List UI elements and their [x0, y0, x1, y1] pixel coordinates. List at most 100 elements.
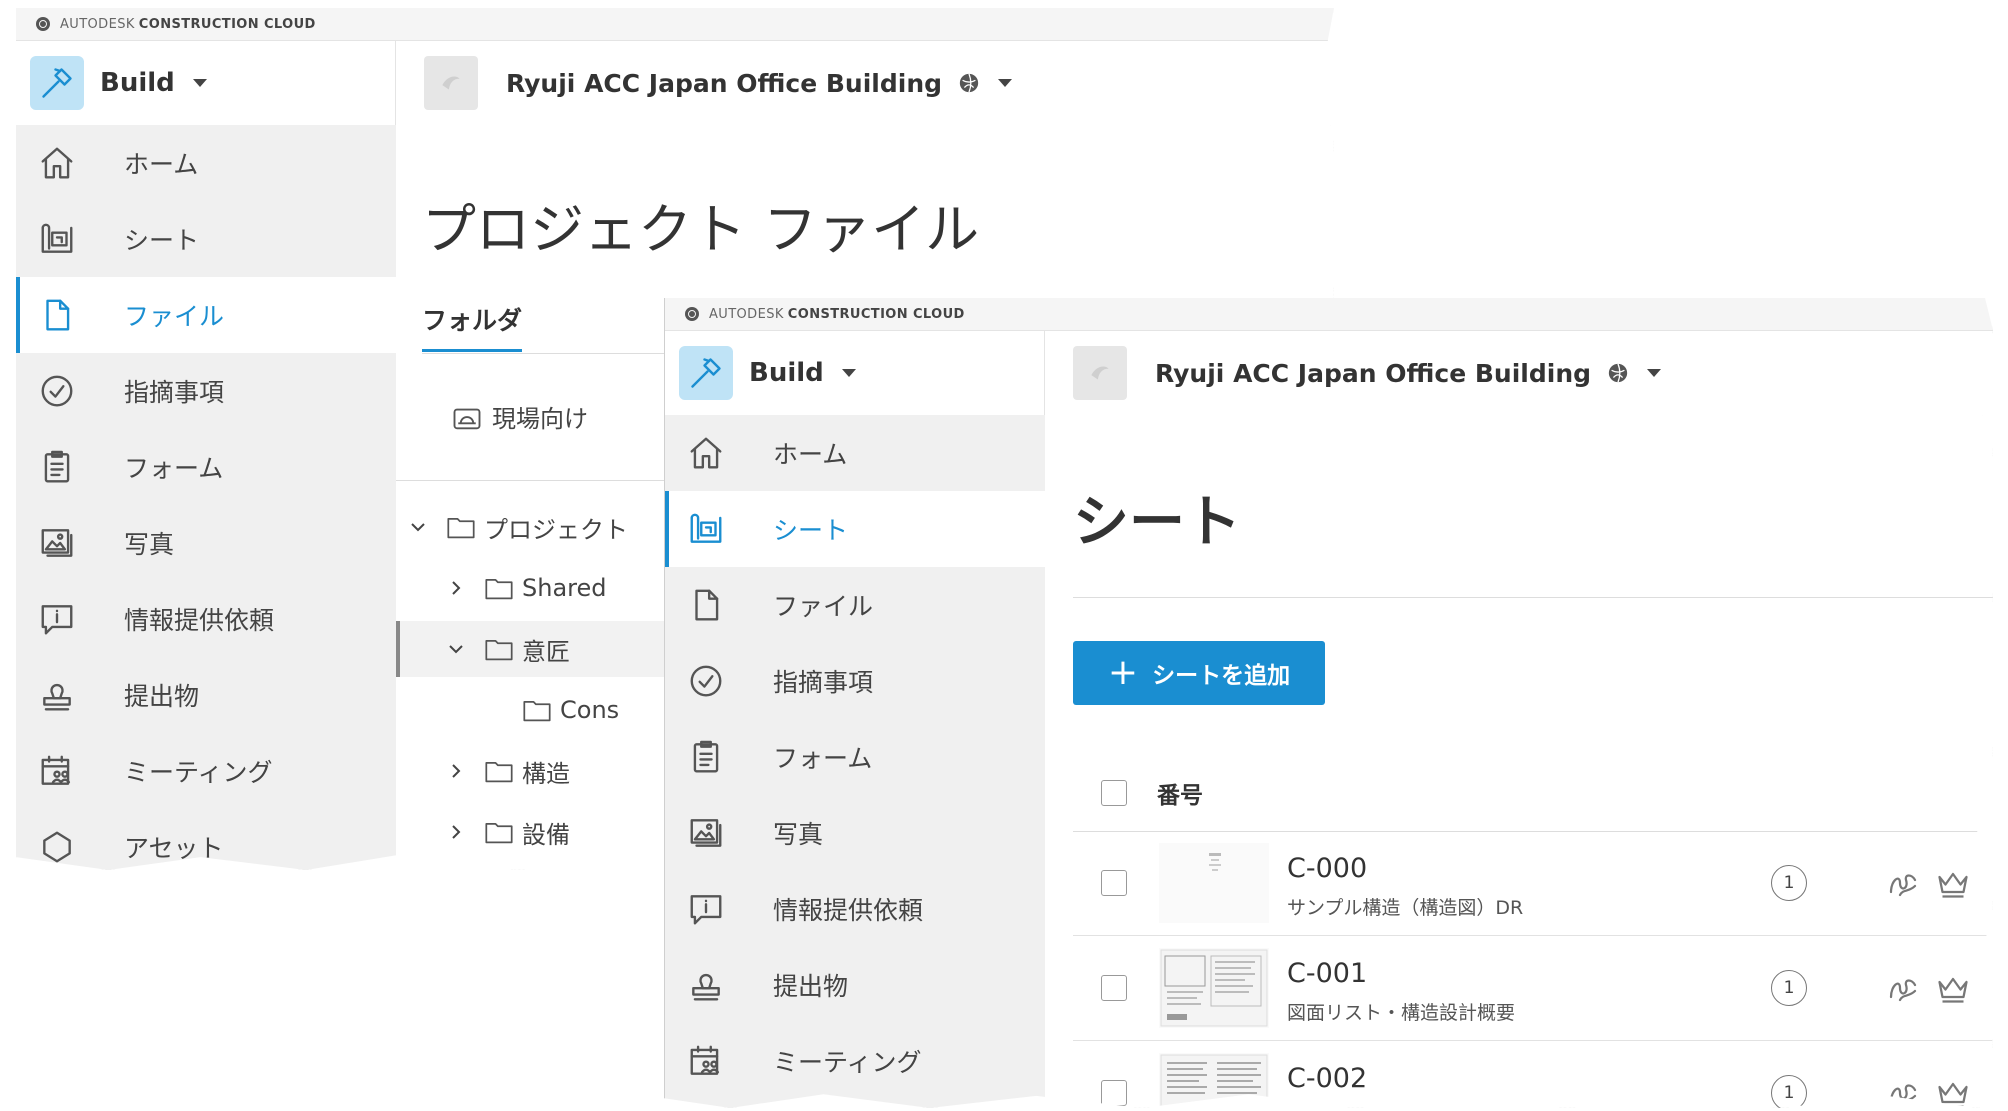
version-badge[interactable]: 1 [1771, 970, 1807, 1006]
folder-icon [484, 819, 514, 845]
globe-icon [959, 73, 979, 93]
chevron-right-icon[interactable] [446, 578, 474, 598]
app-header: Build Ryuji ACC Japan Office Building [16, 41, 1334, 126]
markup-icon[interactable] [1885, 970, 1921, 1010]
sidebar-item-label: 情報提供依頼 [773, 896, 924, 925]
hammer-icon [679, 346, 733, 400]
sidebar-item-forms[interactable]: フォーム [665, 719, 1045, 795]
sidebar-item-assets[interactable]: アセット [16, 809, 396, 870]
folder-icon [484, 758, 514, 784]
module-label: Build [749, 358, 824, 388]
column-number[interactable]: 番号 [1157, 776, 1203, 810]
sidebar-item-label: ファイル [124, 302, 225, 331]
page-title: シート [1073, 490, 1241, 555]
tree-item-label: 設備 [522, 820, 570, 849]
sidebar-item-label: 指摘事項 [773, 668, 874, 697]
crown-icon[interactable] [1935, 970, 1971, 1010]
calendar-people-icon [38, 752, 100, 790]
sidebar-item-files[interactable]: ファイル [665, 567, 1045, 643]
tab-folders[interactable]: フォルダ [422, 301, 523, 352]
speech-info-icon [38, 600, 100, 638]
sidebar-item-label: ミーティング [773, 1048, 922, 1077]
clipboard-icon [38, 448, 100, 486]
project-switcher[interactable]: Ryuji ACC Japan Office Building [396, 56, 1013, 110]
sheet-thumbnail[interactable] [1159, 1053, 1269, 1108]
sheet-number[interactable]: C-001 [1287, 958, 1367, 989]
sheets-window: AUTODESK CONSTRUCTION CLOUD Build Ryuji … [664, 298, 1993, 1108]
sheets-main: シート + シートを追加 番号 C-000 サンプル構造（構造図）DR 1 C-001… [1045, 415, 1993, 1108]
sheet-thumbnail[interactable] [1159, 843, 1269, 923]
calendar-people-icon [687, 1042, 749, 1080]
project-name: Ryuji ACC Japan Office Building [506, 68, 943, 98]
photo-icon [687, 814, 749, 852]
row-checkbox[interactable] [1101, 975, 1127, 1001]
version-badge[interactable]: 1 [1771, 865, 1807, 901]
add-sheet-label: シートを追加 [1152, 663, 1291, 689]
folder-icon [484, 575, 514, 601]
sidebar-item-label: ミーティング [124, 758, 273, 787]
plus-icon: + [1107, 652, 1139, 693]
sidebar-item-forms[interactable]: フォーム [16, 429, 396, 505]
sidebar-item-sheets[interactable]: シート [665, 491, 1045, 567]
chevron-down-icon [1647, 369, 1662, 377]
sidebar-item-submittals[interactable]: 提出物 [16, 657, 396, 733]
sidebar-item-home[interactable]: ホーム [665, 415, 1045, 491]
sidebar-item-issues[interactable]: 指摘事項 [16, 353, 396, 429]
divider [1073, 597, 1993, 598]
sheet-icon [38, 220, 100, 258]
sheet-icon [687, 510, 749, 548]
home-icon [38, 144, 100, 182]
sidebar-item-label: 指摘事項 [124, 378, 225, 407]
row-checkbox[interactable] [1101, 870, 1127, 896]
sidebar-item-label: ホーム [773, 440, 848, 469]
chevron-down-icon[interactable] [446, 639, 474, 659]
project-thumbnail [424, 56, 478, 110]
project-switcher[interactable]: Ryuji ACC Japan Office Building [1045, 346, 1662, 400]
sheet-thumbnail[interactable] [1159, 948, 1269, 1028]
sidebar-item-issues[interactable]: 指摘事項 [665, 643, 1045, 719]
markup-icon[interactable] [1885, 1075, 1921, 1108]
field-filter[interactable]: 現場向け [452, 399, 588, 434]
sidebar-item-meetings[interactable]: ミーティング [665, 1023, 1045, 1099]
chevron-right-icon[interactable] [446, 822, 474, 842]
sidebar-item-meetings[interactable]: ミーティング [16, 733, 396, 809]
version-badge[interactable]: 1 [1771, 1075, 1807, 1108]
stamp-icon [687, 966, 749, 1004]
table-row[interactable]: C-000 サンプル構造（構造図）DR 1 [1073, 831, 1993, 936]
table-row[interactable]: C-001 図面リスト・構造設計概要 1 [1073, 936, 1993, 1041]
sidebar-item-files[interactable]: ファイル [16, 277, 396, 353]
check-circle-icon [38, 372, 100, 410]
module-switcher[interactable]: Build [665, 331, 1045, 415]
hammer-icon [30, 56, 84, 110]
sidebar-item-sheets[interactable]: シート [16, 201, 396, 277]
app-header: Build Ryuji ACC Japan Office Building [665, 331, 1993, 416]
module-switcher[interactable]: Build [16, 41, 396, 125]
brand-bar: AUTODESK CONSTRUCTION CLOUD [16, 8, 1334, 41]
sidebar-item-photos[interactable]: 写真 [16, 505, 396, 581]
row-checkbox[interactable] [1101, 1080, 1127, 1106]
project-name: Ryuji ACC Japan Office Building [1155, 358, 1592, 388]
sheet-number[interactable]: C-002 [1287, 1063, 1367, 1094]
sidebar-item-photos[interactable]: 写真 [665, 795, 1045, 871]
sidebar-item-label: 提出物 [773, 972, 849, 1001]
crown-icon[interactable] [1935, 865, 1971, 905]
chevron-down-icon[interactable] [408, 517, 436, 537]
sidebar-item-rfis[interactable]: 情報提供依頼 [16, 581, 396, 657]
chevron-down-icon [841, 369, 856, 377]
select-all-checkbox[interactable] [1101, 780, 1127, 806]
add-sheet-button[interactable]: + シートを追加 [1073, 641, 1325, 705]
tree-item-label: 意匠 [522, 637, 570, 666]
chevron-right-icon[interactable] [446, 761, 474, 781]
sidebar-item-submittals[interactable]: 提出物 [665, 947, 1045, 1023]
file-icon [38, 296, 100, 334]
tree-item-label: 構造 [522, 759, 570, 788]
sheet-title: 特記仕様書(1) [1287, 1103, 1409, 1108]
crown-icon[interactable] [1935, 1075, 1971, 1108]
project-thumbnail [1073, 346, 1127, 400]
sheet-number[interactable]: C-000 [1287, 853, 1367, 884]
sidebar-item-rfis[interactable]: 情報提供依頼 [665, 871, 1045, 947]
table-row[interactable]: C-002 特記仕様書(1) 1 [1073, 1041, 1993, 1108]
markup-icon[interactable] [1885, 865, 1921, 905]
sidebar-item-label: 写真 [773, 820, 824, 849]
sidebar-item-home[interactable]: ホーム [16, 125, 396, 201]
